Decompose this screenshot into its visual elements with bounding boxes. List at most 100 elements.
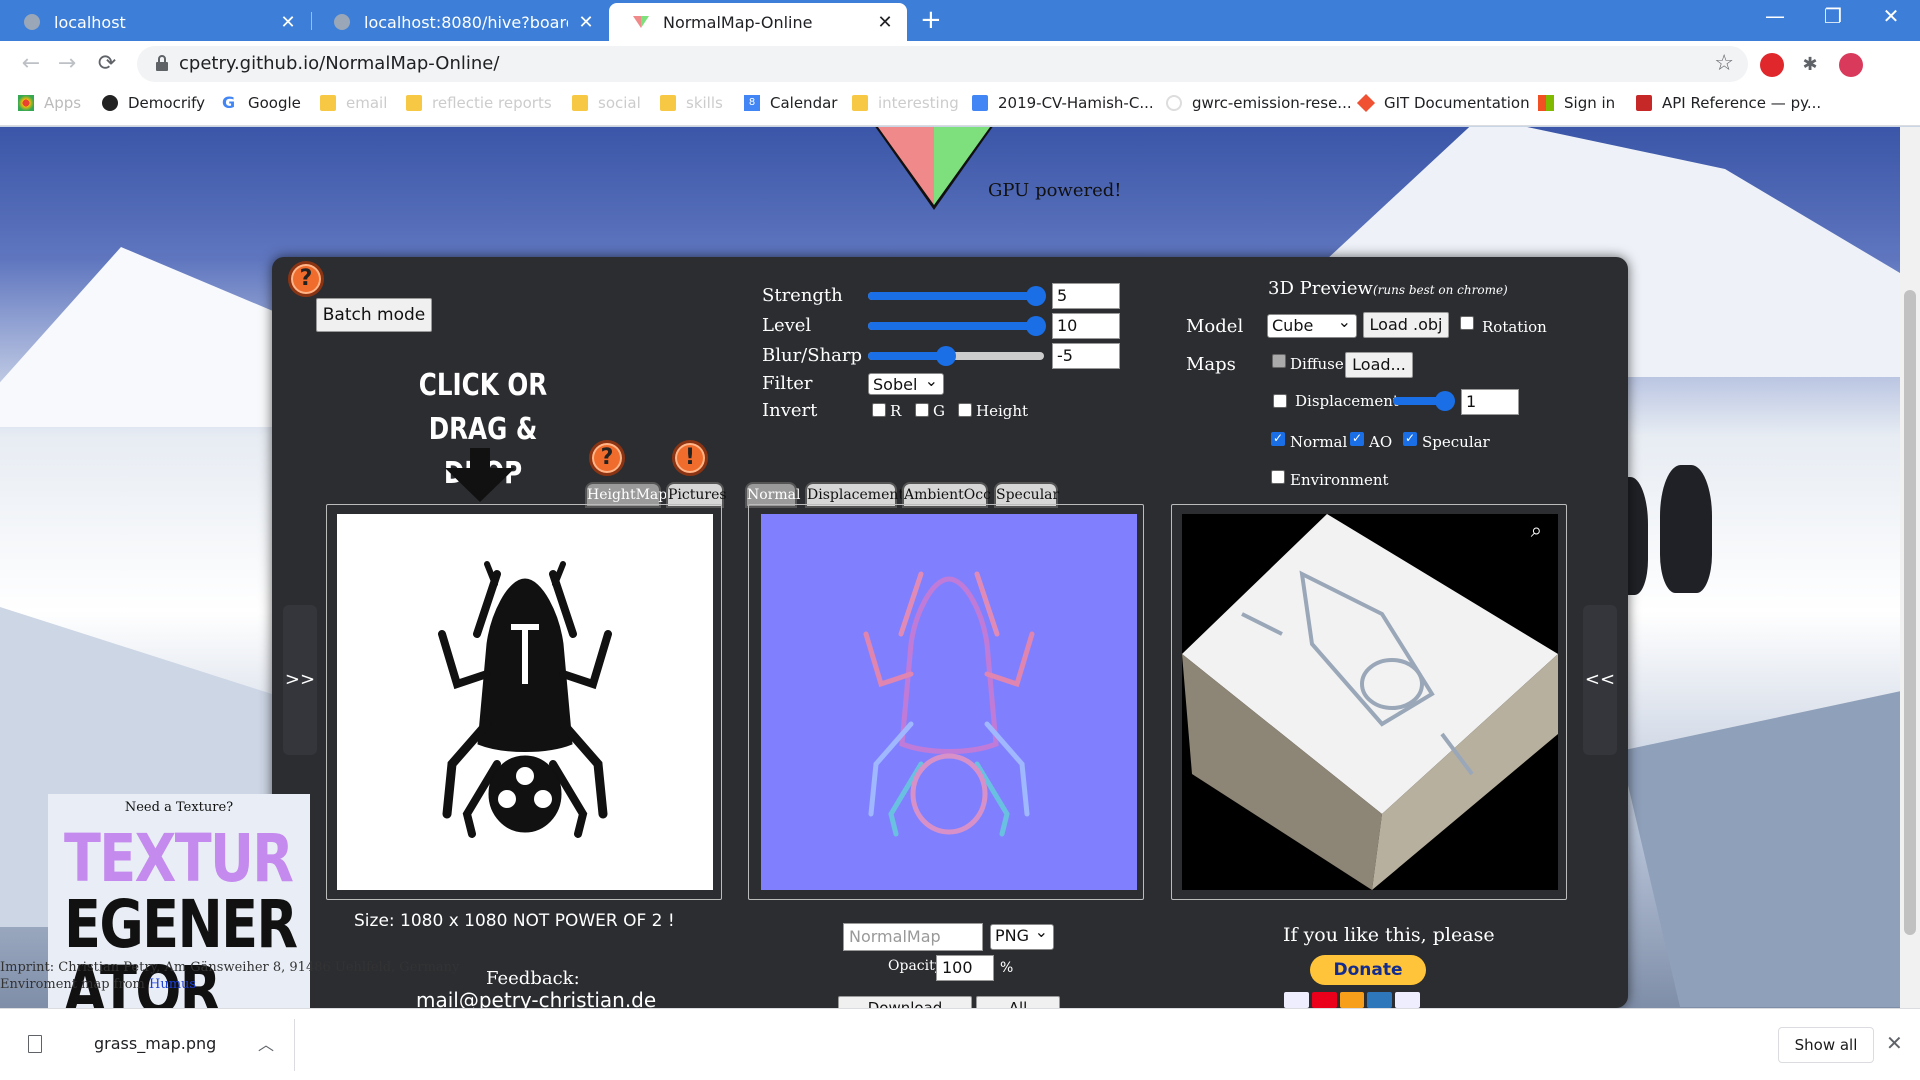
bookmark-folder-email[interactable]: email — [320, 94, 387, 112]
displacement-slider[interactable] — [1393, 391, 1455, 411]
invert-r-label: R — [890, 402, 902, 420]
bookmark-label: Sign in — [1564, 94, 1616, 112]
strength-input[interactable]: 5 — [1052, 283, 1120, 309]
expand-left-button[interactable]: >> — [283, 605, 317, 755]
bookmark-folder-social[interactable]: social — [572, 94, 641, 112]
close-icon[interactable]: ✕ — [1886, 1031, 1903, 1055]
batch-mode-button[interactable]: Batch mode — [316, 298, 432, 332]
bookmark-apps[interactable]: Apps — [18, 94, 81, 112]
level-label: Level — [762, 315, 812, 336]
drop-hint-line: CLICK OR — [418, 368, 548, 403]
bookmark-folder-interesting[interactable]: interesting — [852, 94, 959, 112]
reload-button[interactable]: ⟳ — [92, 49, 122, 79]
bookmark-calendar[interactable]: 8 Calendar — [744, 94, 837, 112]
bookmark-label: skills — [686, 94, 723, 112]
back-button[interactable]: ← — [16, 49, 46, 79]
bookmark-git-docs[interactable]: GIT Documentation — [1356, 93, 1530, 113]
show-all-button[interactable]: Show all — [1778, 1027, 1874, 1063]
bookmark-google[interactable]: G Google — [222, 94, 301, 112]
bookmark-star-icon[interactable]: ☆ — [1714, 51, 1734, 76]
strength-slider[interactable] — [868, 286, 1046, 306]
git-icon — [1356, 93, 1376, 113]
ao-checkbox[interactable] — [1350, 431, 1364, 446]
profile-avatar[interactable] — [1839, 53, 1863, 77]
donate-button[interactable]: Donate — [1310, 955, 1426, 985]
diffuse-checkbox[interactable] — [1272, 354, 1286, 368]
minimize-button[interactable]: — — [1752, 4, 1798, 28]
tab-hive[interactable]: localhost:8080/hive?board_id=ha ✕ — [312, 3, 608, 41]
diffuse-label: Diffuse — [1290, 355, 1344, 373]
beetle-silhouette-image — [438, 561, 612, 838]
normal-checkbox[interactable] — [1271, 431, 1285, 446]
chevron-up-icon[interactable]: ︿ — [258, 1031, 274, 1055]
bookmark-label: gwrc-emission-rese... — [1192, 94, 1352, 112]
model-select[interactable]: Cube — [1267, 312, 1357, 338]
bookmark-label: Calendar — [770, 94, 838, 112]
maps-label: Maps — [1186, 354, 1236, 375]
displacement-input[interactable]: 1 — [1461, 389, 1519, 415]
scrollbar-thumb[interactable] — [1904, 290, 1916, 935]
browser-toolbar: ← → ⟳ cpetry.github.io/NormalMap-Online/… — [0, 41, 1920, 88]
filename-input[interactable]: NormalMap — [843, 923, 983, 951]
level-slider[interactable] — [868, 316, 1046, 336]
address-bar[interactable]: cpetry.github.io/NormalMap-Online/ ☆ — [137, 46, 1748, 82]
rotation-checkbox[interactable] — [1460, 316, 1474, 330]
environment-label: Environment — [1290, 471, 1389, 489]
specular-checkbox[interactable] — [1403, 431, 1417, 446]
zoom-icon[interactable]: ⌕ — [1531, 518, 1542, 542]
help-icon[interactable]: ? — [589, 440, 625, 476]
close-icon[interactable]: ✕ — [576, 12, 596, 33]
bookmark-folder-skills[interactable]: skills — [660, 94, 723, 112]
opacity-input[interactable]: 100 — [936, 955, 994, 981]
tab-localhost[interactable]: localhost ✕ — [0, 3, 310, 41]
close-icon[interactable]: ✕ — [278, 12, 298, 33]
blur-sharp-input[interactable]: -5 — [1052, 343, 1120, 369]
close-window-button[interactable]: ✕ — [1868, 4, 1914, 28]
folder-icon — [406, 95, 422, 111]
bookmark-democrify[interactable]: Democrify — [102, 94, 205, 112]
help-icon[interactable]: ? — [288, 261, 324, 297]
invert-height-checkbox[interactable] — [958, 403, 972, 417]
strength-label: Strength — [762, 285, 843, 306]
bookmark-sign-in[interactable]: Sign in — [1538, 94, 1615, 112]
level-input[interactable]: 10 — [1052, 313, 1120, 339]
new-tab-button[interactable]: + — [920, 6, 942, 34]
bookmark-gwrc[interactable]: gwrc-emission-rese... — [1166, 94, 1352, 112]
normalmap-logo-icon — [633, 16, 649, 28]
load-obj-button[interactable]: Load .obj — [1363, 312, 1449, 338]
tab-title: NormalMap-Online — [663, 12, 813, 32]
humus-link[interactable]: Humus — [149, 977, 196, 992]
bookmark-label: API Reference — py... — [1662, 94, 1822, 112]
restore-button[interactable]: ❐ — [1810, 4, 1856, 28]
extensions-puzzle-icon[interactable]: ✱ — [1798, 53, 1822, 77]
bookmarks-bar: Apps Democrify G Google email reflectie … — [0, 88, 1920, 126]
adblock-extension-icon[interactable] — [1760, 53, 1784, 77]
blur-sharp-slider[interactable] — [868, 346, 1044, 366]
invert-g-checkbox[interactable] — [915, 403, 929, 417]
forward-button[interactable]: → — [52, 49, 82, 79]
tab-normalmap[interactable]: NormalMap-Online ✕ — [609, 3, 907, 41]
imprint-text: Enviroment map from — [0, 977, 149, 992]
doc-icon — [972, 95, 988, 111]
bookmark-api-reference[interactable]: API Reference — py... — [1636, 94, 1821, 112]
environment-checkbox[interactable] — [1271, 470, 1285, 484]
download-filename[interactable]: grass_map.png — [94, 1034, 216, 1053]
3d-preview-canvas[interactable]: ⌕ — [1182, 514, 1558, 890]
info-alert-icon[interactable]: ! — [672, 440, 708, 476]
bookmark-cv[interactable]: 2019-CV-Hamish-C... — [972, 94, 1154, 112]
close-icon[interactable]: ✕ — [875, 12, 895, 33]
invert-height-label: Height — [976, 402, 1029, 420]
displacement-checkbox[interactable] — [1273, 394, 1287, 408]
diffuse-load-button[interactable]: Load... — [1345, 352, 1413, 378]
normalmap-canvas[interactable] — [761, 514, 1137, 890]
heightmap-canvas[interactable] — [337, 514, 713, 890]
globe-icon — [102, 95, 118, 111]
bookmark-folder-reflectie[interactable]: reflectie reports — [406, 94, 552, 112]
format-select[interactable]: PNG — [990, 922, 1054, 950]
tab-strip: localhost ✕ localhost:8080/hive?board_id… — [0, 0, 1920, 41]
folder-icon — [852, 95, 868, 111]
expand-right-button[interactable]: << — [1583, 605, 1617, 755]
invert-r-checkbox[interactable] — [872, 403, 886, 417]
invert-label: Invert — [762, 400, 818, 421]
filter-select[interactable]: Sobel — [868, 371, 944, 395]
